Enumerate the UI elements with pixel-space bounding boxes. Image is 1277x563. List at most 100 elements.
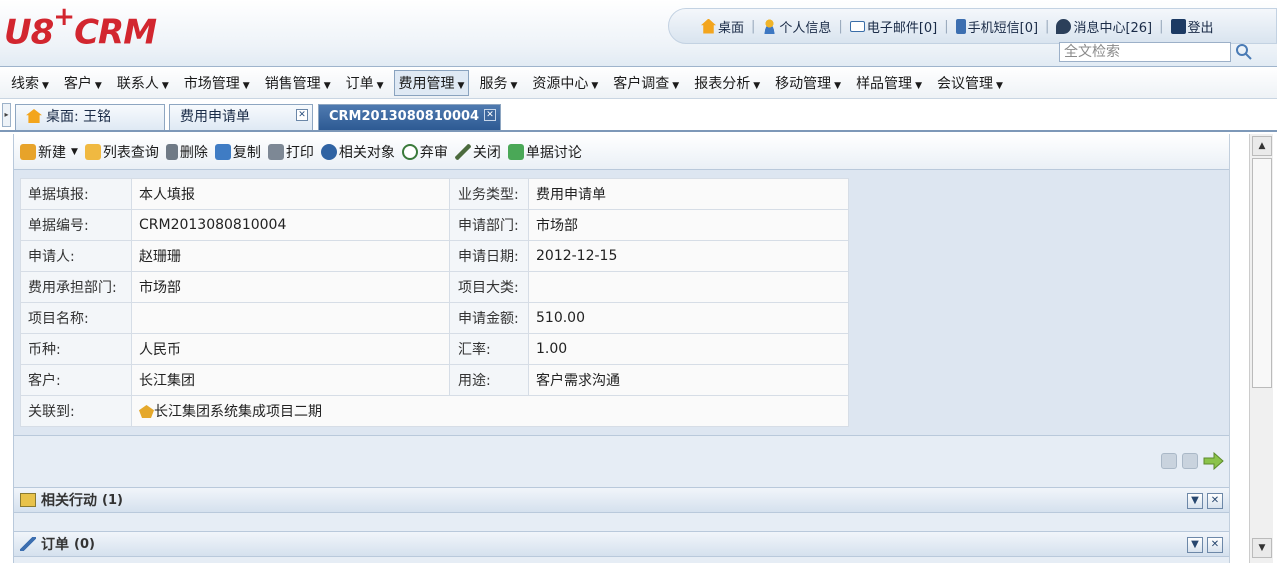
top-link-email[interactable]: 电子邮件[0]	[844, 17, 943, 36]
field-value[interactable]	[528, 271, 849, 303]
chevron-down-icon: ▼	[94, 80, 102, 91]
chevron-down-icon: ▼	[753, 80, 761, 91]
document-panel: 新建 ▼ 列表查询 删除 复制 打印 相关对象 弃审 关闭 单据讨论 单据填报: 本…	[13, 134, 1230, 563]
tab-close-icon[interactable]: ✕	[296, 109, 308, 121]
printer-icon	[267, 143, 284, 160]
collapse-icon[interactable]	[1182, 453, 1198, 469]
menu-item[interactable]: 服务 ▼	[474, 70, 522, 96]
menu-item[interactable]: 报表分析 ▼	[689, 70, 765, 96]
scroll-thumb[interactable]	[1252, 158, 1272, 388]
logo-crm: CRM	[74, 12, 157, 53]
menu-item[interactable]: 费用管理 ▼	[393, 69, 470, 96]
field-value[interactable]: 费用申请单	[528, 178, 849, 210]
field-value[interactable]: CRM2013080810004	[131, 209, 450, 241]
chevron-down-icon: ▼	[71, 146, 78, 157]
top-link-logout[interactable]: 登出	[1165, 17, 1220, 36]
section-orders[interactable]: 订单 (0) ▼ ✕	[14, 531, 1230, 557]
section-related-actions[interactable]: 相关行动 (1) ▼ ✕	[14, 487, 1230, 513]
menu-item[interactable]: 销售管理 ▼	[260, 70, 336, 96]
form-row: 项目名称: 申请金额: 510.00	[20, 302, 849, 334]
menu-item-label: 样品管理	[856, 75, 913, 92]
field-label: 币种:	[20, 333, 132, 365]
abandon-label: 弃审	[419, 144, 448, 161]
field-value[interactable]: 客户需求沟通	[528, 364, 849, 396]
close-icon[interactable]: ✕	[1207, 493, 1223, 509]
vertical-scrollbar[interactable]: ▲ ▼	[1249, 134, 1273, 563]
chevron-down-icon[interactable]: ▼	[1187, 537, 1203, 553]
global-search-input[interactable]: 全文检索	[1059, 42, 1231, 62]
menu-item[interactable]: 客户调查 ▼	[608, 70, 684, 96]
top-link-sms[interactable]: 手机短信[0]	[950, 17, 1044, 36]
delete-label: 删除	[179, 144, 208, 161]
field-value[interactable]: 赵珊珊	[131, 240, 450, 272]
main-menu: 线索 ▼ 客户 ▼ 联系人 ▼ 市场管理 ▼ 销售管理 ▼ 订单 ▼ 费用管理 ▼ 服务 ▼ 资源中心 ▼ 客户调查…	[0, 67, 1277, 99]
field-value[interactable]	[131, 302, 450, 334]
tab-close-icon[interactable]: ✕	[484, 109, 496, 121]
menu-item[interactable]: 会议管理 ▼	[932, 70, 1008, 96]
new-button[interactable]: 新建 ▼	[20, 142, 78, 162]
menu-item[interactable]: 市场管理 ▼	[179, 70, 255, 96]
field-label: 单据填报:	[20, 178, 132, 210]
tab-document-crm2013080810004[interactable]: CRM2013080810004 ✕	[318, 104, 501, 130]
form-row: 申请人: 赵珊珊 申请日期: 2012-12-15	[20, 240, 849, 272]
field-value[interactable]: 510.00	[528, 302, 849, 334]
menu-item[interactable]: 客户 ▼	[59, 70, 107, 96]
menu-item-label: 移动管理	[775, 75, 832, 92]
tab-expense-request[interactable]: 费用申请单 ✕	[169, 104, 313, 130]
top-link-profile[interactable]: 个人信息	[756, 17, 837, 36]
form-area: 单据填报: 本人填报 业务类型: 费用申请单 单据编号: CRM2013080810004…	[14, 170, 1230, 436]
field-value[interactable]: 人民币	[131, 333, 450, 365]
menu-item[interactable]: 移动管理 ▼	[770, 70, 846, 96]
linked-to-value[interactable]: 长江集团系统集成项目二期	[131, 395, 849, 427]
chevron-down-icon: ▼	[42, 80, 49, 91]
field-label: 申请部门:	[449, 209, 529, 241]
search-icon[interactable]	[1234, 42, 1254, 62]
field-label: 费用承担部门:	[20, 271, 132, 303]
abandon-approval-button[interactable]: 弃审	[401, 142, 448, 162]
scroll-down-button[interactable]: ▼	[1252, 538, 1272, 558]
field-label: 申请人:	[20, 240, 132, 272]
arrow-right-icon[interactable]	[1203, 452, 1225, 470]
expand-icon[interactable]	[1161, 453, 1177, 469]
menu-item-label: 会议管理	[936, 75, 993, 92]
menu-item[interactable]: 订单 ▼	[341, 70, 389, 96]
chevron-down-icon: ▼	[834, 80, 842, 91]
print-button[interactable]: 打印	[267, 142, 314, 162]
field-value[interactable]: 长江集团	[131, 364, 450, 396]
top-link-desktop[interactable]: 桌面	[695, 17, 750, 36]
copy-button[interactable]: 复制	[214, 142, 261, 162]
form-row: 币种: 人民币 汇率: 1.00	[20, 333, 849, 365]
close-button[interactable]: 关闭	[454, 142, 501, 162]
top-link-label: 手机短信[0]	[967, 20, 1039, 36]
menu-item[interactable]: 样品管理 ▼	[851, 70, 927, 96]
user-icon	[762, 18, 778, 34]
field-label: 业务类型:	[449, 178, 529, 210]
mobile-icon	[955, 18, 966, 34]
tab-scroll-left-button[interactable]: ▸	[2, 103, 11, 127]
field-label: 项目大类:	[449, 271, 529, 303]
menu-item[interactable]: 联系人 ▼	[112, 70, 174, 96]
delete-button[interactable]: 删除	[165, 142, 208, 162]
related-objects-button[interactable]: 相关对象	[320, 142, 395, 162]
trash-icon	[165, 143, 178, 160]
tab-desktop[interactable]: 桌面: 王铭	[15, 104, 165, 130]
field-value[interactable]: 本人填报	[131, 178, 450, 210]
field-value[interactable]: 1.00	[528, 333, 849, 365]
menu-item-label: 服务	[479, 75, 508, 92]
menu-item-label: 费用管理	[398, 75, 455, 92]
discuss-button[interactable]: 单据讨论	[507, 142, 582, 162]
field-value[interactable]: 市场部	[528, 209, 849, 241]
scroll-up-button[interactable]: ▲	[1252, 136, 1272, 156]
close-icon[interactable]: ✕	[1207, 537, 1223, 553]
chevron-down-icon[interactable]: ▼	[1187, 493, 1203, 509]
chevron-down-icon: ▼	[323, 80, 331, 91]
top-link-label: 个人信息	[779, 20, 832, 36]
field-value[interactable]: 2012-12-15	[528, 240, 849, 272]
list-query-button[interactable]: 列表查询	[84, 142, 159, 162]
menu-item[interactable]: 线索 ▼	[6, 70, 54, 96]
field-value[interactable]: 市场部	[131, 271, 450, 303]
menu-item-label: 客户调查	[613, 75, 670, 92]
field-label: 汇率:	[449, 333, 529, 365]
menu-item[interactable]: 资源中心 ▼	[527, 70, 603, 96]
top-link-messages[interactable]: 消息中心[26]	[1050, 17, 1158, 36]
